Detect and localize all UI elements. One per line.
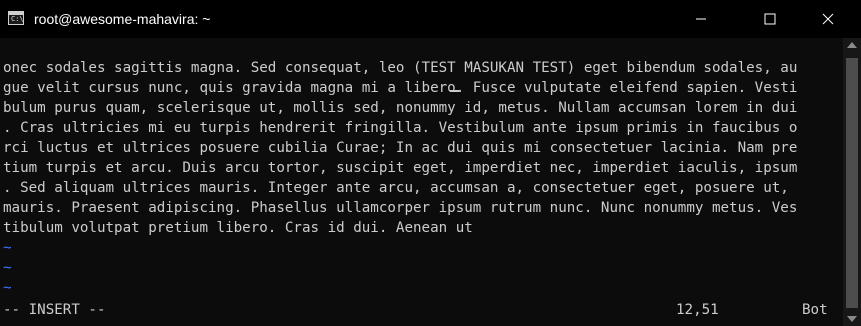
terminal-line: mauris. Praesent adipiscing. Phasellus u… (3, 200, 798, 216)
terminal-line: rci luctus et ultrices posuere cubilia C… (3, 140, 798, 156)
title-bar[interactable]: C:\ root@awesome-mahavira: ~ (0, 0, 861, 38)
vim-mode-indicator: -- INSERT -- (3, 302, 106, 318)
minimize-button[interactable] (678, 0, 724, 38)
minimize-icon (696, 18, 706, 20)
terminal-line: . Sed aliquam ultrices mauris. Integer a… (3, 180, 789, 196)
close-icon (822, 13, 834, 25)
vertical-scrollbar[interactable] (843, 38, 861, 326)
empty-line-tilde: ~ (3, 280, 12, 296)
text-cursor (450, 90, 459, 92)
terminal-icon[interactable]: C:\ (8, 11, 24, 25)
terminal-content[interactable]: onec sodales sagittis magna. Sed consequ… (0, 38, 843, 326)
cursor-position: 12,51 (676, 302, 719, 318)
scroll-thumb[interactable] (846, 58, 858, 308)
close-button[interactable] (805, 0, 851, 38)
terminal-line: tium turpis et arcu. Duis arcu tortor, s… (3, 160, 798, 176)
maximize-icon (764, 13, 776, 25)
scroll-up-arrow-icon[interactable] (847, 42, 857, 48)
terminal-line: onec sodales sagittis magna. Sed consequ… (3, 60, 798, 76)
terminal-icon-prompt: C:\ (11, 15, 24, 23)
maximize-button[interactable] (747, 0, 793, 38)
terminal-line: tibulum volutpat pretium libero. Cras id… (3, 220, 473, 236)
terminal-line: gue velit cursus nunc, quis gravida magn… (3, 80, 798, 96)
window-title: root@awesome-mahavira: ~ (34, 11, 211, 27)
empty-line-tilde: ~ (3, 260, 12, 276)
empty-line-tilde: ~ (3, 240, 12, 256)
terminal-window: C:\ root@awesome-mahavira: ~ onec sodale… (0, 0, 861, 326)
scroll-down-arrow-icon[interactable] (847, 316, 857, 322)
terminal-line: bulum purus quam, scelerisque ut, mollis… (3, 100, 798, 116)
scroll-position: Bot (802, 302, 828, 318)
terminal-line: . Cras ultricies mi eu turpis hendrerit … (3, 120, 798, 136)
